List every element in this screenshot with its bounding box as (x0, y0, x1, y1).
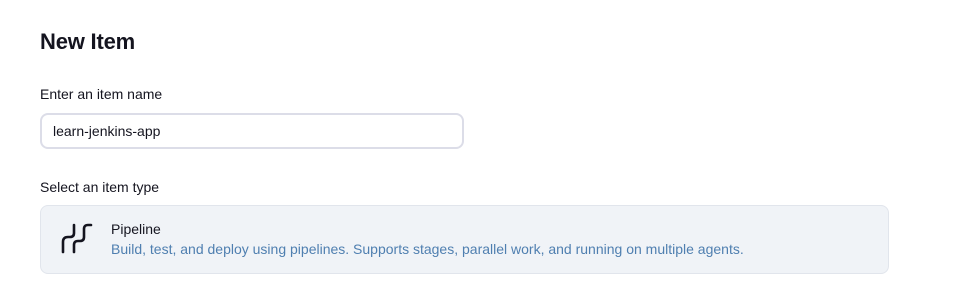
page-title: New Item (40, 29, 135, 54)
item-name-label: Enter an item name (40, 86, 163, 102)
pipeline-icon (60, 221, 94, 255)
new-item-page: New Item Enter an item name Select an it… (0, 0, 953, 292)
item-type-option-pipeline[interactable]: Pipeline Build, test, and deploy using p… (40, 205, 889, 274)
item-type-description: Build, test, and deploy using pipelines.… (111, 241, 744, 257)
item-name-input[interactable] (40, 113, 464, 149)
item-type-label: Select an item type (40, 179, 160, 195)
item-type-name: Pipeline (111, 221, 161, 237)
